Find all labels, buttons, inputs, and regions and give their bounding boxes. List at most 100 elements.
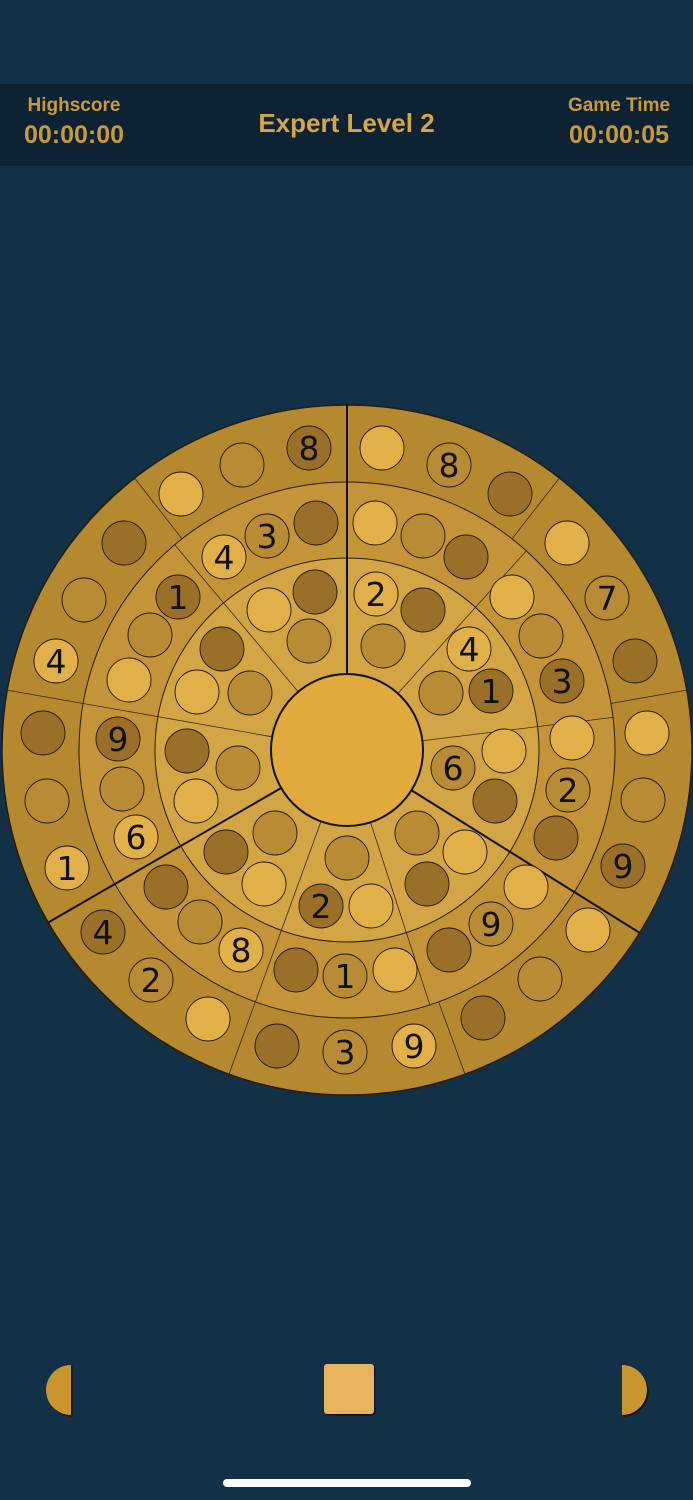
board-cell[interactable] — [549, 715, 595, 761]
cell-circle[interactable] — [106, 657, 152, 703]
board-cell[interactable]: 3 — [244, 513, 290, 559]
board-cell[interactable]: 8 — [218, 927, 264, 973]
board-cell[interactable] — [199, 626, 245, 672]
cell-circle[interactable] — [24, 778, 70, 824]
cell-circle[interactable] — [372, 947, 418, 993]
board-cell[interactable] — [143, 864, 189, 910]
cell-circle[interactable] — [565, 907, 611, 953]
board-cell[interactable] — [127, 612, 173, 658]
cell-circle[interactable] — [442, 829, 488, 875]
cell-circle[interactable] — [612, 638, 658, 684]
cell-circle[interactable] — [99, 766, 145, 812]
cell-circle[interactable] — [293, 500, 339, 546]
board-cell[interactable]: 4 — [446, 626, 492, 672]
board-cell[interactable]: 9 — [468, 901, 514, 947]
board-cell[interactable] — [174, 669, 220, 715]
board-cell[interactable] — [544, 520, 590, 566]
cell-circle[interactable] — [489, 574, 535, 620]
cell-circle[interactable] — [544, 520, 590, 566]
board-cell[interactable]: 9 — [600, 843, 646, 889]
board-cell[interactable] — [324, 835, 370, 881]
cell-circle[interactable] — [418, 670, 464, 716]
board-cell[interactable] — [241, 861, 287, 907]
board-cell[interactable]: 1 — [468, 668, 514, 714]
board-cell[interactable] — [517, 956, 563, 1002]
board-cell[interactable] — [99, 766, 145, 812]
board-cell[interactable] — [254, 1023, 300, 1069]
cell-circle[interactable] — [143, 864, 189, 910]
cell-circle[interactable] — [20, 710, 66, 756]
board-cell[interactable] — [164, 728, 210, 774]
cell-circle[interactable] — [127, 612, 173, 658]
board-cell[interactable] — [472, 778, 518, 824]
board-cell[interactable] — [24, 778, 70, 824]
board-cell[interactable]: 1 — [155, 574, 201, 620]
cell-circle[interactable] — [185, 996, 231, 1042]
cell-circle[interactable] — [394, 810, 440, 856]
board-cell[interactable] — [20, 710, 66, 756]
board-cell[interactable] — [404, 861, 450, 907]
cell-circle[interactable] — [246, 587, 292, 633]
cell-circle[interactable] — [487, 471, 533, 517]
board-cell[interactable]: 4 — [201, 534, 247, 580]
cell-circle[interactable] — [624, 710, 670, 756]
cell-circle[interactable] — [324, 835, 370, 881]
cell-circle[interactable] — [481, 728, 527, 774]
board-cell[interactable] — [503, 864, 549, 910]
cell-circle[interactable] — [203, 829, 249, 875]
board-cell[interactable]: 4 — [33, 638, 79, 684]
board-cell[interactable] — [400, 513, 446, 559]
board-cell[interactable]: 1 — [322, 953, 368, 999]
cell-circle[interactable] — [359, 425, 405, 471]
board-cell[interactable]: 1 — [44, 845, 90, 891]
board-cell[interactable] — [612, 638, 658, 684]
board-cell[interactable] — [481, 728, 527, 774]
board-cell[interactable] — [292, 569, 338, 615]
board-cell[interactable] — [219, 442, 265, 488]
board-cell[interactable]: 7 — [584, 575, 630, 621]
half-circle-right-icon[interactable] — [618, 1362, 658, 1418]
cell-circle[interactable] — [460, 995, 506, 1041]
board-cell[interactable]: 2 — [353, 571, 399, 617]
board-cell[interactable]: 6 — [113, 814, 159, 860]
board-cell[interactable]: 3 — [322, 1029, 368, 1075]
board-cell[interactable]: 8 — [426, 442, 472, 488]
board-cell[interactable] — [360, 623, 406, 669]
cell-circle[interactable] — [533, 815, 579, 861]
cell-circle[interactable] — [215, 745, 261, 791]
board-cell[interactable]: 4 — [80, 909, 126, 955]
cell-circle[interactable] — [252, 810, 298, 856]
cell-circle[interactable] — [472, 778, 518, 824]
cell-circle[interactable] — [286, 618, 332, 664]
board-cell[interactable] — [227, 670, 273, 716]
board-cell[interactable] — [442, 829, 488, 875]
board-cell[interactable] — [173, 778, 219, 824]
cell-circle[interactable] — [174, 669, 220, 715]
board-cell[interactable] — [518, 613, 564, 659]
cell-circle[interactable] — [443, 534, 489, 580]
center-hub[interactable] — [270, 673, 424, 827]
cell-circle[interactable] — [219, 442, 265, 488]
board-cell[interactable] — [418, 670, 464, 716]
cell-circle[interactable] — [400, 587, 446, 633]
board-cell[interactable]: 9 — [391, 1023, 437, 1069]
board-cell[interactable]: 8 — [286, 425, 332, 471]
cell-circle[interactable] — [164, 728, 210, 774]
cell-circle[interactable] — [158, 471, 204, 517]
board-cell[interactable] — [61, 577, 107, 623]
cell-circle[interactable] — [503, 864, 549, 910]
board-cell[interactable] — [489, 574, 535, 620]
board-cell[interactable]: 2 — [545, 767, 591, 813]
cell-circle[interactable] — [620, 777, 666, 823]
board-cell[interactable] — [487, 471, 533, 517]
board-cell[interactable] — [203, 829, 249, 875]
cell-circle[interactable] — [292, 569, 338, 615]
cell-circle[interactable] — [227, 670, 273, 716]
board-cell[interactable] — [158, 471, 204, 517]
board-cell[interactable] — [273, 947, 319, 993]
board-cell[interactable] — [460, 995, 506, 1041]
board-cell[interactable]: 9 — [95, 716, 141, 762]
cell-circle[interactable] — [549, 715, 595, 761]
cell-circle[interactable] — [426, 927, 472, 973]
half-circle-left-icon[interactable] — [38, 1362, 78, 1418]
